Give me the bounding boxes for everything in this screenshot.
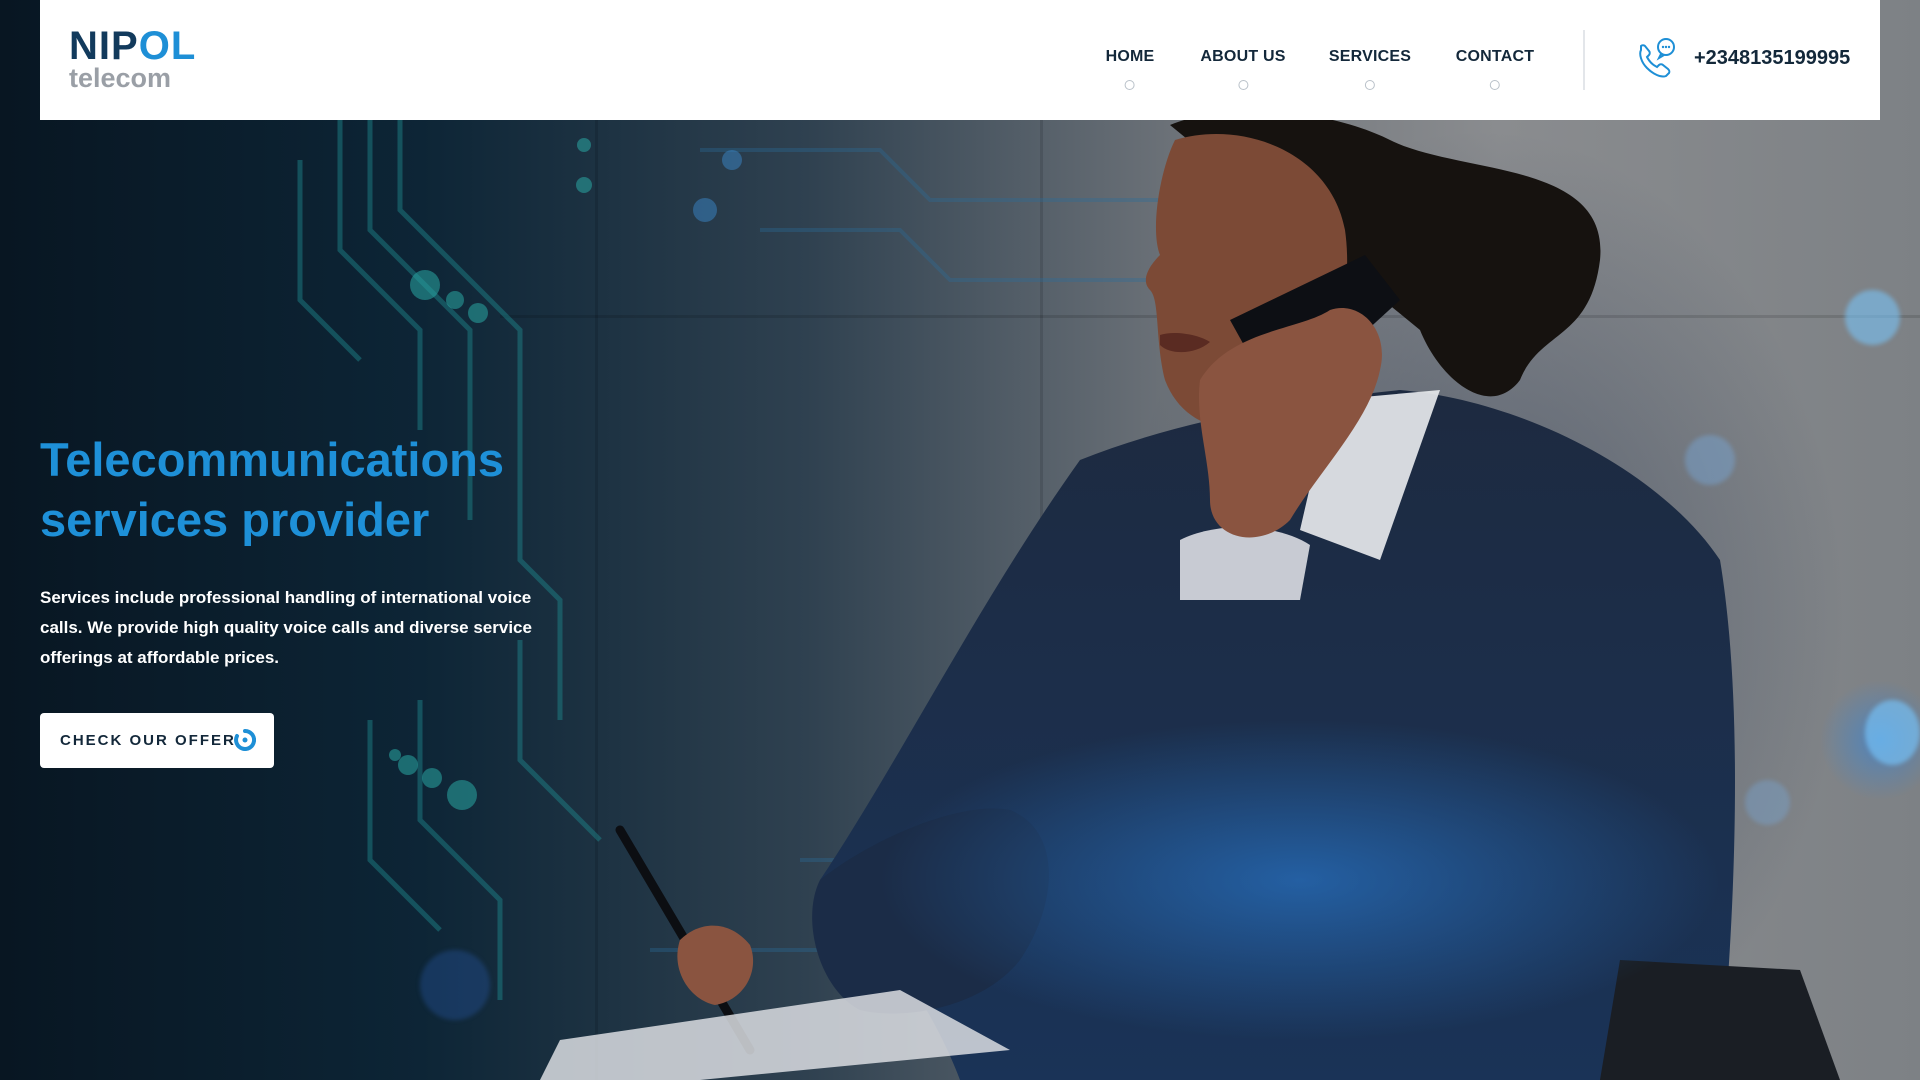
hero-title-line-1: Telecommunications — [40, 433, 505, 486]
nav-item-home[interactable]: HOME — [1105, 48, 1155, 90]
hero-title: Telecommunications services provider — [40, 430, 600, 550]
bokeh-light — [420, 950, 490, 1020]
cta-label: CHECK OUR OFFER — [60, 732, 236, 749]
circular-arrow-icon — [234, 729, 256, 751]
nav-item-label: SERVICES — [1328, 48, 1412, 65]
nav-item-label: CONTACT — [1455, 48, 1535, 65]
nav-item-services[interactable]: SERVICES — [1328, 48, 1412, 90]
phone-chat-icon — [1639, 38, 1675, 78]
bokeh-light — [1745, 780, 1790, 825]
nav-dot-indicator — [1490, 80, 1500, 90]
hero-description: Services include professional handling o… — [40, 588, 532, 667]
bokeh-light — [1685, 435, 1735, 485]
main-nav: HOME ABOUT US SERVICES CONTACT — [40, 48, 1880, 98]
bokeh-light — [1865, 700, 1920, 765]
check-our-offer-button[interactable]: CHECK OUR OFFER — [40, 713, 274, 768]
nav-item-about-us[interactable]: ABOUT US — [1200, 48, 1286, 90]
bokeh-light — [1845, 290, 1900, 345]
nav-item-contact[interactable]: CONTACT — [1455, 48, 1535, 90]
nav-item-label: HOME — [1105, 48, 1155, 65]
nav-dot-indicator — [1238, 80, 1248, 90]
nav-dot-indicator — [1125, 80, 1135, 90]
nav-item-label: ABOUT US — [1200, 48, 1286, 65]
site-header: NIPOL telecom HOME ABOUT US SERVICES CON… — [40, 0, 1880, 120]
header-divider — [1583, 30, 1585, 90]
phone-number-link[interactable]: +2348135199995 — [1694, 47, 1850, 70]
nav-dot-indicator — [1364, 80, 1375, 90]
hero-title-line-2: services provider — [40, 493, 430, 546]
